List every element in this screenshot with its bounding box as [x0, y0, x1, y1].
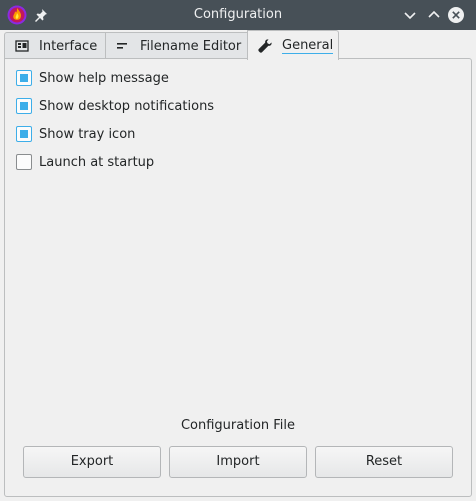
export-button[interactable]: Export: [23, 446, 161, 478]
launch-at-startup-checkbox[interactable]: [16, 154, 32, 170]
option-label: Show desktop notifications: [39, 98, 215, 114]
tab-filename-editor[interactable]: Filename Editor: [105, 32, 248, 59]
tab-label: Interface: [39, 38, 98, 54]
tab-label: Filename Editor: [140, 38, 242, 54]
option-label: Launch at startup: [39, 154, 155, 170]
wrench-icon: [258, 38, 272, 53]
reset-button[interactable]: Reset: [315, 446, 453, 478]
launch-at-startup-option[interactable]: Launch at startup: [16, 153, 154, 171]
import-button[interactable]: Import: [169, 446, 307, 478]
show-desktop-notifications-option[interactable]: Show desktop notifications: [16, 97, 214, 115]
tab-label: General: [282, 37, 334, 54]
title-bar[interactable]: Configuration: [0, 0, 476, 30]
show-desktop-notifications-checkbox[interactable]: [16, 98, 32, 114]
minimize-icon[interactable]: [401, 6, 419, 24]
tab-general[interactable]: General: [247, 30, 339, 60]
close-icon[interactable]: [447, 6, 465, 24]
configuration-file-heading: Configuration File: [180, 418, 296, 433]
tab-bar: Interface Filename Editor General: [4, 30, 472, 60]
interface-icon: [15, 40, 29, 52]
show-help-message-option[interactable]: Show help message: [16, 69, 169, 87]
show-tray-icon-checkbox[interactable]: [16, 126, 32, 142]
show-help-message-checkbox[interactable]: [16, 70, 32, 86]
option-label: Show tray icon: [39, 126, 136, 142]
option-label: Show help message: [39, 70, 169, 86]
filename-editor-icon: [117, 43, 127, 49]
tab-interface[interactable]: Interface: [4, 32, 106, 59]
maximize-icon[interactable]: [425, 6, 443, 24]
general-settings-panel: Show help message Show desktop notificat…: [4, 58, 472, 497]
show-tray-icon-option[interactable]: Show tray icon: [16, 125, 135, 143]
